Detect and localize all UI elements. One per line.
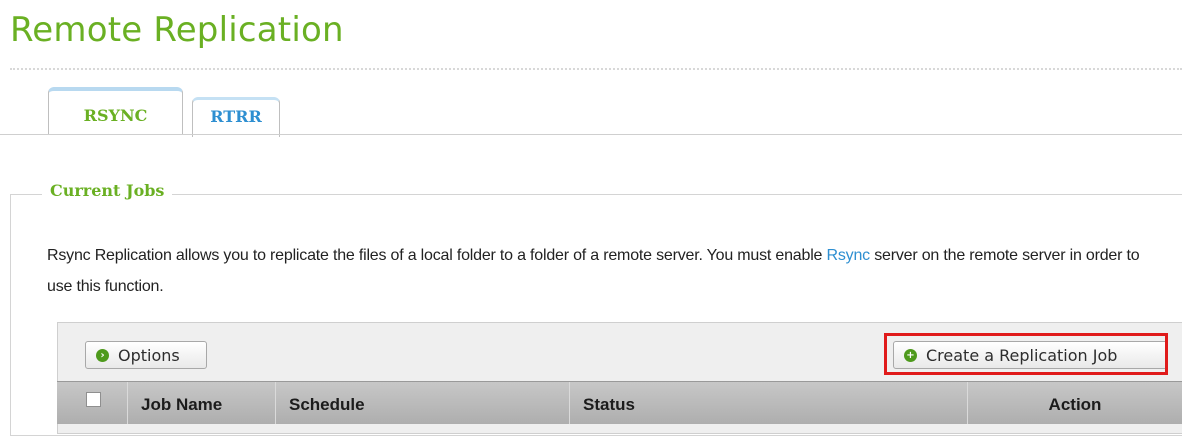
tab-rtrr[interactable]: RTRR	[192, 97, 280, 137]
select-all-cell	[57, 382, 127, 424]
select-all-checkbox[interactable]	[86, 392, 101, 407]
section-legend: Current Jobs	[42, 181, 173, 200]
column-header-job-name[interactable]: Job Name	[127, 382, 275, 424]
tab-rsync[interactable]: RSYNC	[48, 87, 183, 135]
column-header-action[interactable]: Action	[967, 382, 1182, 424]
column-header-schedule[interactable]: Schedule	[275, 382, 569, 424]
title-divider	[10, 68, 1182, 70]
jobs-table-header: Job Name Schedule Status Action	[57, 381, 1182, 424]
description-text-start: Rsync Replication allows you to replicat…	[47, 247, 827, 264]
column-header-status[interactable]: Status	[569, 382, 967, 424]
tab-divider	[0, 134, 1182, 135]
options-button-label: Options	[118, 345, 180, 365]
options-button[interactable]: › Options	[85, 341, 207, 369]
page-title: Remote Replication	[10, 10, 344, 50]
arrow-right-circle-icon: ›	[96, 348, 109, 362]
rsync-link[interactable]: Rsync	[827, 247, 871, 264]
section-description: Rsync Replication allows you to replicat…	[47, 240, 1157, 302]
highlight-box	[884, 333, 1168, 375]
